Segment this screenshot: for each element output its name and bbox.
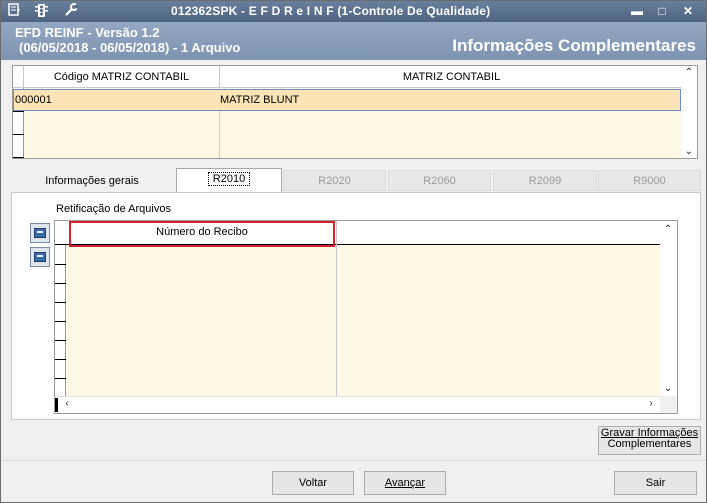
next-button[interactable]: Avançar: [364, 471, 446, 495]
next-button-label: Avançar: [384, 477, 426, 489]
vertical-scrollbar[interactable]: ⌃ ⌄: [681, 66, 697, 158]
period-label: (06/05/2018 - 06/05/2018) - 1 Arquivo: [19, 40, 241, 55]
row-indicator-header: [13, 66, 24, 88]
close-icon[interactable]: ✕: [678, 3, 698, 20]
receipt-grid[interactable]: Número do Recibo ⌃ ⌄ ‹ ›: [54, 220, 678, 414]
app-window: 012362SPK - E F D R e I N F (1-Controle …: [0, 0, 707, 503]
horizontal-scrollbar[interactable]: ‹ ›: [55, 396, 661, 413]
traffic-light-icon[interactable]: [33, 3, 50, 20]
exit-button[interactable]: Sair: [614, 471, 697, 495]
monitor-icon: [34, 252, 46, 262]
remove-record-button[interactable]: [30, 247, 50, 267]
minimize-icon[interactable]: ▬: [627, 3, 647, 20]
monitor-icon: [34, 228, 46, 238]
tab-r2060[interactable]: R2060: [388, 170, 491, 191]
column-header-empty: [337, 221, 661, 244]
scroll-up-icon[interactable]: ⌃: [660, 224, 676, 235]
tab-informacoes-gerais[interactable]: Informações gerais: [11, 170, 173, 191]
highlight-box: [69, 221, 335, 247]
window-title: 012362SPK - E F D R e I N F (1-Controle …: [171, 4, 491, 18]
menu-icon[interactable]: [6, 3, 23, 20]
version-label: EFD REINF - Versão 1.2: [15, 25, 160, 40]
tab-r2010-label: R2010: [207, 172, 251, 186]
retificacao-caption: Retificação de Arquivos: [56, 203, 171, 215]
back-button[interactable]: Voltar: [272, 471, 354, 495]
column-divider: [219, 111, 220, 158]
page-title: Informações Complementares: [452, 36, 696, 55]
scroll-up-icon[interactable]: ⌃: [681, 67, 697, 78]
table-row[interactable]: 000001 MATRIZ BLUNT: [13, 89, 681, 111]
scroll-down-icon[interactable]: ⌄: [660, 383, 676, 394]
column-divider: [336, 221, 337, 396]
scroll-left-icon[interactable]: ‹: [59, 398, 75, 409]
tab-r2010[interactable]: R2010: [176, 168, 282, 192]
cell-name: MATRIZ BLUNT: [220, 94, 300, 106]
maximize-icon[interactable]: □: [652, 3, 672, 20]
grid-cursor: [55, 398, 58, 412]
title-bar: 012362SPK - E F D R e I N F (1-Controle …: [1, 1, 706, 22]
add-record-button[interactable]: [30, 223, 50, 243]
tab-strip: Informações gerais R2010 R2020 R2060 R20…: [11, 168, 701, 192]
cell-code: 000001: [15, 94, 52, 106]
scroll-corner: [660, 396, 677, 413]
vertical-scrollbar[interactable]: ⌃ ⌄: [660, 221, 677, 396]
tab-r9000[interactable]: R9000: [598, 170, 701, 191]
save-info-line2: Complementares: [607, 438, 692, 450]
column-header-name[interactable]: MATRIZ CONTABIL: [220, 66, 683, 88]
matrix-grid[interactable]: Código MATRIZ CONTABIL MATRIZ CONTABIL 0…: [12, 65, 698, 159]
header-banner: EFD REINF - Versão 1.2 (06/05/2018 - 06/…: [1, 22, 706, 60]
column-header-code[interactable]: Código MATRIZ CONTABIL: [24, 66, 220, 88]
row-indicator-strip: [55, 245, 66, 396]
save-info-button[interactable]: Gravar Informações Complementares: [598, 426, 701, 455]
matrix-grid-header: Código MATRIZ CONTABIL MATRIZ CONTABIL: [13, 66, 683, 88]
tab-r2020[interactable]: R2020: [283, 170, 386, 191]
scroll-right-icon[interactable]: ›: [643, 398, 659, 409]
scroll-down-icon[interactable]: ⌄: [681, 146, 697, 157]
wrench-icon[interactable]: [62, 3, 80, 20]
bottom-bar: Voltar Avançar Sair: [1, 460, 706, 502]
tab-r2099[interactable]: R2099: [493, 170, 597, 191]
